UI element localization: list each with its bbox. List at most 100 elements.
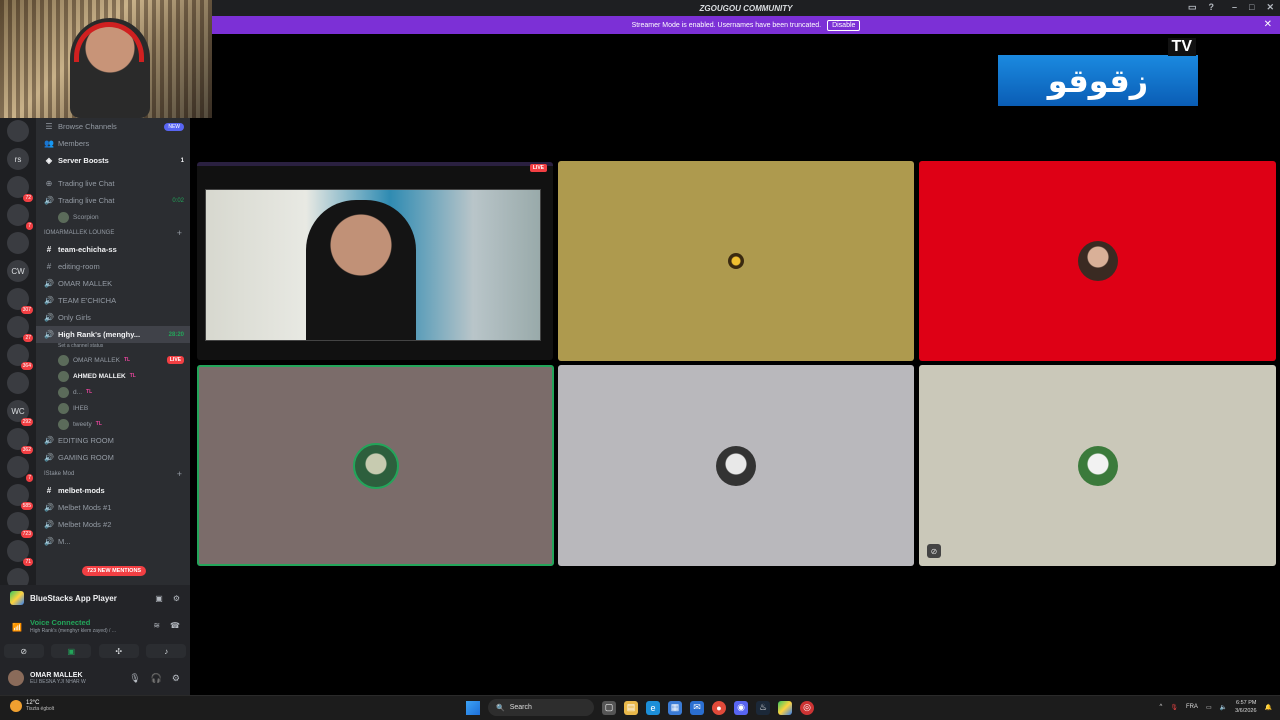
discord-icon[interactable]: ◉ [734,700,748,715]
channel-melbet-mods[interactable]: # melbet-mods [36,482,190,499]
channel-editing-room-text[interactable]: # editing-room [36,258,190,275]
channel-team-echicha-ss[interactable]: # team-echicha-ss [36,241,190,258]
mail-icon[interactable]: ✉ [690,700,704,715]
channel-editing-room-voice[interactable]: 🔊 EDITING ROOM [36,432,190,449]
browse-channels[interactable]: ☰ Browse Channels NEW [36,118,190,135]
server-icon[interactable] [7,372,29,394]
channel-only-girls[interactable]: 🔊 Only Girls [36,309,190,326]
gear-icon[interactable]: ⚙ [172,673,180,684]
participant-tile[interactable] [558,161,914,361]
disable-streamer-mode-button[interactable]: Disable [827,19,861,31]
chevron-up-icon[interactable]: ^ [1159,704,1162,710]
avatar[interactable] [8,670,24,686]
stream-icon[interactable]: ▣ [155,594,163,603]
stream-tile[interactable]: LIVE [197,162,553,360]
members-link[interactable]: 👥 Members [36,135,190,152]
settings-icon[interactable]: ⚙ [173,594,180,603]
noise-suppression-icon[interactable]: ≋ [153,621,160,630]
server-icon[interactable] [7,120,29,142]
close-banner-icon[interactable]: ✕ [1264,19,1272,30]
participant-tile[interactable]: ⊘ [919,365,1276,566]
network-icon[interactable]: ▭ [1206,704,1212,711]
participant-tile[interactable] [919,161,1276,361]
weather-widget[interactable]: 12°C Tiszta égbolt [10,700,54,712]
notification-icon[interactable]: 🔔 [1265,704,1272,711]
server-icon[interactable]: 7 [7,204,33,230]
inbox-icon[interactable]: ▭ [1188,2,1197,13]
category-header[interactable]: IStake Mod + [36,466,190,482]
participant-tile-speaking[interactable] [197,365,554,566]
taskbar: 12°C Tiszta égbolt 🔍 Search ▢ ▤ e ▦ ✉ ● … [0,695,1280,720]
bluestacks-icon[interactable] [778,700,792,715]
window-title: ZGOUGOU COMMUNITY [699,3,793,13]
server-icon[interactable]: CW [7,260,29,282]
new-mentions-pill[interactable]: 723 NEW MENTIONS [82,566,147,576]
chrome-icon[interactable]: ● [712,700,726,715]
mention-badge: 72 [23,194,33,202]
server-icon[interactable]: 585 [7,484,33,510]
add-channel-icon[interactable]: + [177,469,182,479]
help-icon[interactable]: ? [1209,2,1215,13]
add-channel-icon[interactable]: + [177,228,182,238]
language-indicator[interactable]: FRA [1186,704,1198,710]
mention-badge: 362 [20,446,33,454]
channel-trading-live-chat-text[interactable]: ⊕ Trading live Chat [36,175,190,192]
clock[interactable]: 6:57 PM 3/6/2026 [1235,699,1256,715]
server-icon[interactable]: 307 [7,288,33,314]
mention-badge: 27 [23,334,33,342]
maximize-button[interactable]: □ [1249,2,1254,13]
channel-status[interactable]: Set a channel status [36,343,190,352]
task-view-icon[interactable]: ▢ [602,700,616,715]
voice-user[interactable]: tweety TL [36,416,190,432]
channel-high-rank[interactable]: 🔊 High Rank's (menghy... 28:20 [36,326,190,343]
server-icon[interactable]: 72 [7,176,33,202]
channel-omar-mallek[interactable]: 🔊 OMAR MALLEK [36,275,190,292]
close-window-button[interactable]: ✕ [1266,2,1274,13]
activities-button[interactable]: ✣ [98,644,139,658]
channel-melbet-mods-2[interactable]: 🔊 Melbet Mods #2 [36,516,190,533]
server-icon[interactable]: 364 [7,344,33,370]
category-header[interactable]: IOMARMALLEK LOUNGE + [36,225,190,241]
voice-user[interactable]: OMAR MALLEK TL LIVE [36,352,190,368]
mic-icon[interactable]: 🎙 [1170,704,1178,711]
channel-trading-live-chat-voice[interactable]: 🔊 Trading live Chat 0:02 [36,192,190,209]
volume-icon[interactable]: 🔈 [1220,704,1227,711]
headphones-icon[interactable]: 🎧 [151,673,162,684]
camera-button[interactable]: ⊘ [3,644,44,658]
edge-icon[interactable]: e [646,700,660,715]
server-icon[interactable]: 7 [7,456,33,482]
server-icon[interactable]: 71 [7,540,33,566]
avatar [716,445,756,486]
taskbar-search[interactable]: 🔍 Search [488,699,594,716]
participant-tile[interactable] [558,365,914,566]
store-icon[interactable]: ▦ [668,700,682,715]
voice-user[interactable]: d... TL [36,384,190,400]
server-icon[interactable]: rs [7,148,29,170]
channel-melbet-mods-3[interactable]: 🔊 M... [36,533,190,550]
server-icon[interactable]: 362 [7,428,33,454]
disconnect-icon[interactable]: ☎ [170,621,180,630]
steam-icon[interactable]: ♨ [756,700,770,715]
soundboard-button[interactable]: ♪ [146,644,187,658]
server-icon[interactable]: WC 292 [7,400,33,426]
channel-melbet-mods-1[interactable]: 🔊 Melbet Mods #1 [36,499,190,516]
start-button[interactable] [466,700,480,715]
server-boosts[interactable]: ◈ Server Boosts 1 [36,152,190,169]
server-icon[interactable] [7,232,29,254]
server-icon[interactable]: 723 [7,512,33,538]
app-icon[interactable]: ◎ [800,700,814,715]
mic-icon[interactable]: 🎙 [129,673,140,684]
server-icon[interactable]: 27 [7,316,33,342]
voice-user[interactable]: AHMED MALLEK TL [36,368,190,384]
channel-team-echicha-voice[interactable]: 🔊 TEAM E'CHICHA [36,292,190,309]
file-explorer-icon[interactable]: ▤ [624,700,638,715]
voice-user[interactable]: Scorpion [36,209,190,225]
channel-gaming-room[interactable]: 🔊 GAMING ROOM [36,449,190,466]
voice-user[interactable]: IHEB [36,400,190,416]
avatar [1077,241,1118,281]
screen-share-button[interactable]: ▣ [51,644,92,658]
minimize-button[interactable]: – [1232,2,1237,13]
channel-list: ☰ Browse Channels NEW 👥 Members ◈ Server… [36,118,190,585]
screen: ZGOUGOU COMMUNITY ▭ ? – □ ✕ Streamer Mod… [0,0,1280,720]
voice-connected-panel: 📶 Voice Connected High Rank's (menghyr k… [0,611,190,641]
